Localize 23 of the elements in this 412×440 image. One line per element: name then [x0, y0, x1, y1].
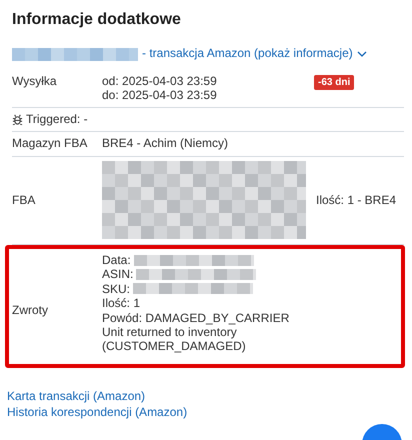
date-text: od: 2025-04-03 23:59	[102, 74, 218, 89]
return-detail: (CUSTOMER_DAMAGED)	[102, 339, 246, 354]
row-label: FBA	[12, 194, 36, 208]
date-text: do: 2025-04-03 23:59	[102, 88, 218, 103]
chevron-icon[interactable]	[356, 50, 367, 58]
return-detail: Ilość: 1	[102, 296, 140, 311]
return-detail: SKU:	[102, 282, 130, 296]
footer-link[interactable]: Historia korespondencji (Amazon)	[7, 404, 404, 420]
bug-icon	[12, 114, 23, 125]
row-value: BRE4 - Achim (Niemcy)	[102, 137, 228, 152]
return-detail: Data:	[102, 252, 131, 268]
return-detail: ASIN:	[102, 267, 134, 282]
footer-link[interactable]: Karta transakcji (Amazon)	[7, 388, 404, 404]
row-label: Magazyn FBA	[12, 137, 88, 152]
section-title: Informacje dodatkowe	[12, 10, 182, 30]
row-label: Wysyłka	[12, 74, 58, 90]
quantity-text: Ilość: 1 - BRE4	[316, 194, 396, 208]
return-detail: Unit returned to inventory	[102, 324, 237, 340]
row-label: Zwroty	[12, 302, 49, 318]
triggered-text: Triggered: -	[26, 112, 88, 126]
days-badge: -63 dni	[314, 74, 354, 90]
return-detail: Powód: DAMAGED_BY_CARRIER	[102, 310, 290, 325]
transaction-link[interactable]: - transakcja Amazon (pokaż informacje)	[142, 47, 353, 61]
